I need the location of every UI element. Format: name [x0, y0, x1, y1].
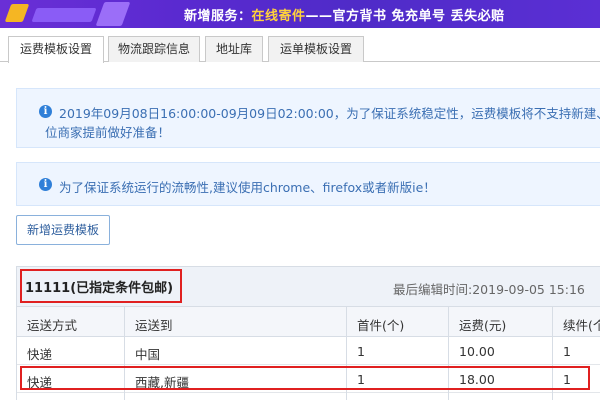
banner-text: 新增服务：在线寄件——官方背书 免充单号 丢失必赔	[184, 5, 505, 24]
column-header-additional-item: 续件(个	[563, 318, 600, 333]
banner-suffix: ——官方背书 免充单号 丢失必赔	[305, 9, 505, 24]
table-row: 快递 中国 1 10.00 1	[17, 337, 600, 365]
tab-address-book[interactable]: 地址库	[205, 36, 263, 62]
tab-waybill-templates[interactable]: 运单模板设置	[268, 36, 364, 62]
info-icon: i	[39, 105, 52, 118]
cell-fee: 10.00	[459, 344, 495, 359]
table-header: 运送方式 运送到 首件(个) 运费(元) 续件(个	[17, 307, 600, 337]
cell-destination: 中国	[135, 347, 161, 362]
column-header-destination: 运送到	[135, 318, 173, 333]
promo-banner[interactable]: 新增服务：在线寄件——官方背书 免充单号 丢失必赔	[0, 0, 600, 28]
last-edit-time: 最后编辑时间:2019-09-05 15:16	[393, 282, 585, 297]
browser-notice-text: 为了保证系统运行的流畅性,建议使用chrome、firefox或者新版ie！	[59, 180, 436, 195]
banner-gift-shape	[4, 4, 30, 22]
banner-platform-shape	[31, 8, 97, 22]
cell-additional-item: 1	[563, 344, 571, 359]
title-highlight-box	[20, 269, 182, 303]
browser-notice: i 为了保证系统运行的流畅性,建议使用chrome、firefox或者新版ie！	[16, 162, 600, 206]
banner-prefix: 新增服务：	[184, 9, 252, 24]
tab-logistics-tracking[interactable]: 物流跟踪信息	[108, 36, 200, 62]
info-icon: i	[39, 178, 52, 191]
tab-shipping-templates[interactable]: 运费模板设置	[8, 36, 104, 63]
row-highlight-box	[20, 366, 590, 390]
banner-highlight: 在线寄件	[251, 9, 306, 24]
cell-first-item: 1	[357, 344, 365, 359]
banner-box-shape	[95, 2, 131, 26]
maintenance-notice-line1: 2019年09月08日16:00:00-09月09日02:00:00，为了保证系…	[59, 106, 600, 121]
column-header-fee: 运费(元)	[459, 318, 507, 333]
banner-decoration	[0, 0, 140, 28]
maintenance-notice: i 2019年09月08日16:00:00-09月09日02:00:00，为了保…	[16, 88, 600, 148]
cell-method: 快递	[27, 347, 53, 362]
tab-bar: 运费模板设置 物流跟踪信息 地址库 运单模板设置	[0, 34, 600, 63]
add-shipping-template-button[interactable]: 新增运费模板	[16, 215, 110, 245]
column-header-method: 运送方式	[27, 318, 78, 333]
column-header-first-item: 首件(个)	[357, 318, 405, 333]
maintenance-notice-line2: 位商家提前做好准备！	[45, 125, 171, 140]
